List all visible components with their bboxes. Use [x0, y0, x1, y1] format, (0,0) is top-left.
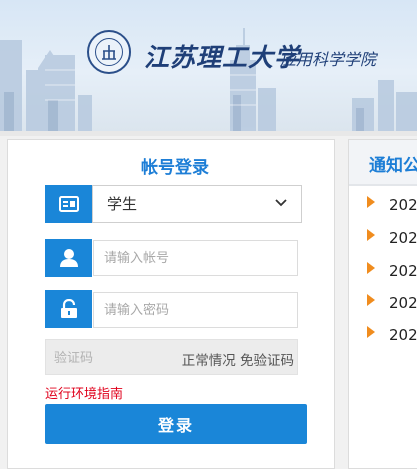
triangle-bullet-icon	[367, 229, 375, 241]
username-input[interactable]	[93, 240, 298, 276]
login-button[interactable]: 登录	[45, 404, 307, 444]
captcha-input[interactable]	[46, 340, 146, 376]
notice-item[interactable]: 202	[389, 262, 417, 280]
notice-item[interactable]: 202	[389, 229, 417, 247]
lock-icon	[60, 299, 77, 318]
triangle-bullet-icon	[367, 294, 375, 306]
triangle-bullet-icon	[367, 196, 375, 208]
notice-item[interactable]: 202	[389, 196, 417, 214]
notice-title: 通知公	[369, 156, 417, 176]
triangle-bullet-icon	[367, 326, 375, 338]
captcha-status: 正常情况 免验证码	[181, 353, 294, 369]
college-name: 应用科学学院	[280, 50, 377, 69]
school-name: 江苏理工大学	[144, 43, 301, 72]
login-title: 帐号登录	[141, 158, 209, 178]
notice-item[interactable]: 202	[389, 294, 417, 312]
notice-item[interactable]: 202	[389, 326, 417, 344]
triangle-bullet-icon	[367, 262, 375, 274]
role-select[interactable]: 学生	[92, 185, 302, 223]
password-icon-box	[45, 290, 92, 328]
username-icon-box	[45, 239, 92, 277]
captcha-row: 正常情况 免验证码	[45, 339, 298, 376]
chevron-down-icon	[275, 199, 287, 207]
role-select-value: 学生	[107, 195, 138, 213]
password-input[interactable]	[93, 292, 298, 328]
user-icon	[59, 249, 78, 267]
env-guide-link[interactable]: 运行环境指南	[45, 383, 123, 402]
role-icon-box	[45, 185, 92, 223]
id-card-icon	[58, 196, 79, 212]
banner-divider	[0, 131, 417, 136]
school-seal-logo	[87, 30, 131, 74]
header-banner: 江苏理工大学 应用科学学院	[0, 0, 417, 131]
